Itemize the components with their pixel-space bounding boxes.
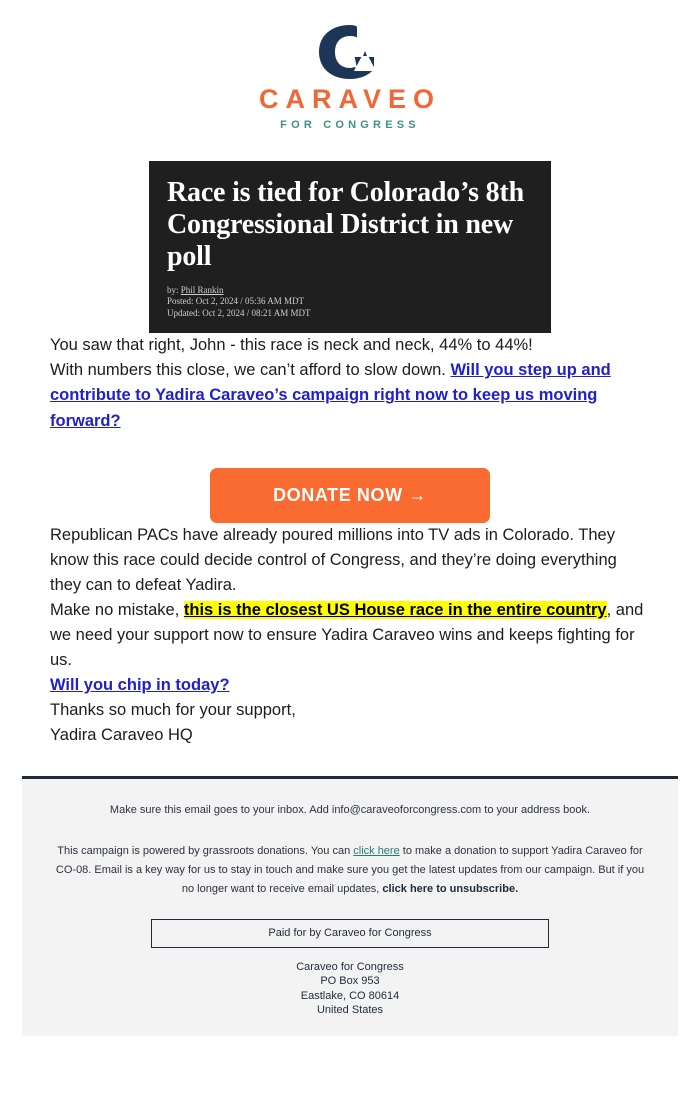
address-line-2: PO Box 953 (320, 975, 380, 988)
footer-disclaimer: This campaign is powered by grassroots d… (50, 842, 650, 899)
donate-now-button[interactable]: DONATE NOW → (210, 467, 490, 523)
body-paragraph-6: Thanks so much for your support, (50, 701, 296, 720)
body-paragraph-4: Make no mistake, this is the closest US … (50, 598, 650, 673)
donate-cta-row: DONATE NOW → (50, 467, 650, 523)
body-paragraph-2: With numbers this close, we can’t afford… (50, 358, 650, 433)
article-headline: Race is tied for Colorado’s 8th Congress… (167, 177, 524, 272)
article-byline-block: by: Phil Rankin Posted: Oct 2, 2024 / 05… (167, 285, 533, 320)
unsubscribe-link[interactable]: click here to unsubscribe. (382, 883, 518, 895)
email-body: You saw that right, John - this race is … (0, 333, 700, 748)
body-paragraph-1: You saw that right, John - this race is … (50, 336, 533, 355)
brand-wordmark: CARAVEO (258, 84, 441, 114)
byline-prefix: by: (167, 284, 179, 295)
article-byline: by: Phil Rankin (167, 285, 533, 297)
footer-donate-link[interactable]: click here (353, 845, 399, 857)
address-line-3: Eastlake, CO 80614 (300, 989, 400, 1002)
article-updated-date: Updated: Oct 2, 2024 / 08:21 AM MDT (167, 307, 311, 318)
highlighted-claim: this is the closest US House race in the… (183, 600, 607, 619)
address-line-1: Caraveo for Congress (296, 960, 404, 973)
article-headline-card[interactable]: Race is tied for Colorado’s 8th Congress… (149, 161, 551, 334)
footer-disclaimer-part-a: This campaign is powered by grassroots d… (57, 845, 354, 858)
email-logo-block: CARAVEO FOR CONGRESS (0, 0, 700, 131)
colorado-c-mountain-logo-icon (319, 25, 376, 79)
paragraph-2-lead: With numbers this close, we can’t afford… (50, 361, 451, 380)
paragraph-4-lead: Make no mistake, (50, 600, 184, 619)
paid-for-by-box: Paid for by Caraveo for Congress (151, 918, 549, 948)
footer-inbox-note: Make sure this email goes to your inbox.… (109, 804, 591, 817)
email-footer: Make sure this email goes to your inbox.… (22, 779, 678, 1036)
byline-author-link[interactable]: Phil Rankin (181, 285, 224, 295)
brand-tagline: FOR CONGRESS (280, 119, 420, 131)
article-posted-date: Posted: Oct 2, 2024 / 05:36 AM MDT (167, 296, 305, 307)
body-paragraph-5: Will you chip in today? (50, 673, 650, 698)
body-paragraph-3: Republican PACs have already poured mill… (50, 525, 617, 594)
chip-in-link[interactable]: Will you chip in today? (50, 676, 230, 694)
address-line-4: United States (316, 1004, 384, 1017)
footer-address: Caraveo for Congress PO Box 953 Eastlake… (50, 960, 650, 1018)
body-signature: Yadira Caraveo HQ (50, 726, 193, 745)
